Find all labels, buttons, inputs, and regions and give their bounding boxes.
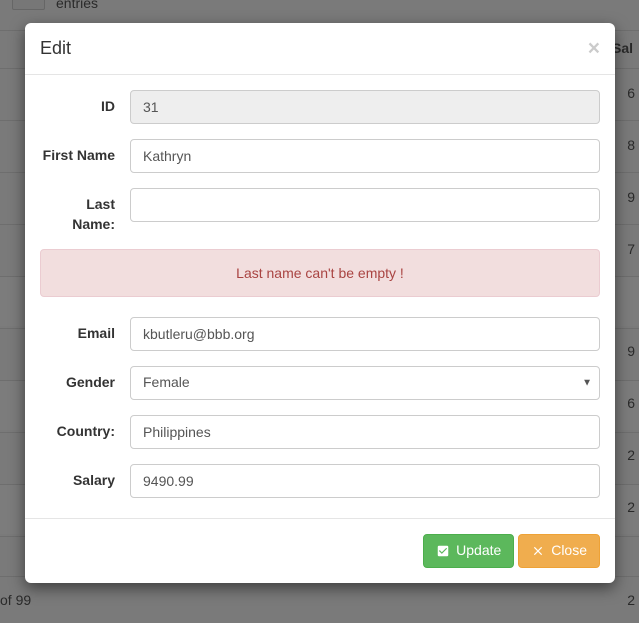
email-input[interactable] — [130, 317, 600, 351]
field-row-id: ID — [40, 90, 600, 124]
close-button[interactable]: Close — [518, 534, 600, 568]
last-name-input[interactable] — [130, 188, 600, 222]
close-icon — [531, 544, 545, 558]
field-row-salary: Salary — [40, 464, 600, 498]
email-label: Email — [40, 317, 130, 344]
field-row-first-name: First Name — [40, 139, 600, 173]
validation-alert-text: Last name can't be empty ! — [236, 265, 404, 281]
gender-label: Gender — [40, 366, 130, 393]
salary-label: Salary — [40, 464, 130, 491]
close-button-label: Close — [551, 541, 587, 561]
check-square-icon — [436, 544, 450, 558]
edit-modal: Edit × ID First Name Last Name: Last nam… — [25, 23, 615, 583]
update-button-label: Update — [456, 541, 501, 561]
field-row-gender: Gender Female ▼ — [40, 366, 600, 400]
id-input — [130, 90, 600, 124]
country-input[interactable] — [130, 415, 600, 449]
first-name-input[interactable] — [130, 139, 600, 173]
validation-alert: Last name can't be empty ! — [40, 249, 600, 297]
id-label: ID — [40, 90, 130, 117]
field-row-country: Country: — [40, 415, 600, 449]
modal-header: Edit × — [25, 23, 615, 75]
field-row-email: Email — [40, 317, 600, 351]
salary-input[interactable] — [130, 464, 600, 498]
modal-title: Edit — [40, 38, 71, 59]
modal-close-x-button[interactable]: × — [588, 38, 600, 59]
modal-body: ID First Name Last Name: Last name can't… — [25, 75, 615, 518]
update-button[interactable]: Update — [423, 534, 514, 568]
field-row-last-name: Last Name: — [40, 188, 600, 234]
country-label: Country: — [40, 415, 130, 442]
gender-select[interactable]: Female — [130, 366, 600, 400]
last-name-label: Last Name: — [40, 188, 130, 234]
modal-footer: Update Close — [25, 518, 615, 583]
first-name-label: First Name — [40, 139, 130, 166]
